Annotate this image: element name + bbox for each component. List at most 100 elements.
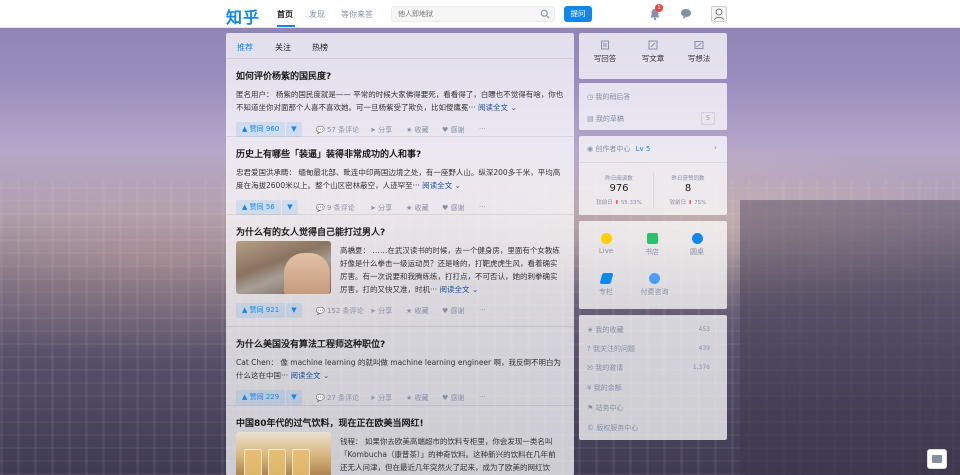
upvote-button[interactable]: ▲ 赞同 56 [236,200,281,215]
nav-explore[interactable]: 发现 [309,9,325,20]
my-invitations-label: 我的邀请 [595,364,624,372]
thanks-button[interactable]: ♥ 感谢 [442,203,465,213]
downvote-button[interactable]: ▼ [286,303,302,318]
message-icon[interactable] [679,7,693,21]
zhihu-logo[interactable]: 知乎 [226,4,260,28]
background-buildings [740,200,960,475]
upvote-button[interactable]: ▲ 赞同 229 [236,390,286,405]
thanks-button[interactable]: ♥ 感谢 [442,393,465,403]
search-input[interactable] [398,8,536,20]
excerpt-line: 还无人问津，但在最近几年突然火了起来，成为了欧美的网红饮 [340,463,550,472]
nav-waiting-answers[interactable]: 等你来答 [341,9,373,20]
feed-card: 历史上有哪些「装逼」装得非常成功的人和事? 忠君爱国洪承畴： 缅甸最北部、毗连中… [226,137,574,215]
column-icon [599,273,613,284]
share-button[interactable]: ➤ 分享 [370,125,392,135]
user-avatar[interactable] [711,6,727,22]
write-article-button[interactable]: 写文章 [633,40,673,64]
more-button[interactable]: ··· [479,393,486,401]
idea-icon [694,41,704,49]
upvote-button[interactable]: ▲ 赞同 921 [236,303,286,318]
upvote-count: 赞同 56 [249,203,275,211]
nav-home[interactable]: 首页 [277,9,293,20]
card-title[interactable]: 如何评价杨紫的国民度? [236,69,564,82]
write-idea-button[interactable]: 写想法 [679,40,719,64]
share-button[interactable]: ➤ 分享 [370,203,392,213]
favorite-label: 收藏 [414,204,429,212]
card-title[interactable]: 历史上有哪些「装逼」装得非常成功的人和事? [236,147,564,160]
card-title[interactable]: 为什么有的女人觉得自己能打过男人? [236,225,564,238]
card-excerpt[interactable]: 高橋夏： ……在武汉读书的时候，去一个健身房，里面有个女教练好像是什么拳击一级运… [340,244,564,296]
answer-later-link[interactable]: ◷ 我的稍后答 [587,92,630,102]
downvote-button[interactable]: ▼ [282,200,298,215]
card-excerpt[interactable]: Cat Chen： 像 machine learning 的就叫做 machin… [236,356,564,382]
more-button[interactable]: ··· [479,125,486,133]
more-button[interactable]: ··· [479,306,486,314]
change-value: 55.33% [620,200,642,206]
upvote-count: 赞同 229 [249,393,280,401]
thanks-button[interactable]: ♥ 感谢 [442,125,465,135]
favorite-button[interactable]: ★ 收藏 [406,203,429,213]
answer-thumbnail[interactable] [236,432,331,475]
thanks-label: 感谢 [450,126,465,134]
copyright-center-link[interactable]: © 版权服务中心 [587,423,638,433]
read-more-link[interactable]: 阅读全文 [440,285,470,294]
card-title[interactable]: 中国80年代的过气饮料，现在正在欧美当网红! [236,416,564,429]
chevron-right-icon[interactable]: › [714,143,717,152]
write-answer-button[interactable]: 写回答 [585,40,625,64]
search-box [391,6,555,22]
tab-recommend[interactable]: 推荐 [237,42,253,53]
drafts-panel: ◷ 我的稍后答 ▤ 我的草稿 5 [579,83,727,130]
followed-questions-link[interactable]: ? 我关注的问题 [587,344,635,354]
tab-hot[interactable]: 热榜 [312,42,328,53]
my-invitations-link[interactable]: ✉ 我的邀请 [587,363,623,373]
followed-questions-count: 439 [693,342,715,355]
tab-following[interactable]: 关注 [275,42,291,53]
comments-button[interactable]: 💬 9 条评论 [316,203,355,213]
comments-button[interactable]: 💬 152 条评论 [316,306,364,316]
read-more-link[interactable]: 阅读全文 [422,181,452,190]
roundtable-label: 圆桌 [690,248,704,256]
feed-card: 中国80年代的过气饮料，现在正在欧美当网红! 钱程： 如果你去欧美高端超市的饮料… [226,406,574,475]
paid-consult-link[interactable]: 付费咨询 [632,273,677,297]
share-button[interactable]: ➤ 分享 [370,393,392,403]
column-link[interactable]: 专栏 [586,273,626,297]
roundtable-link[interactable]: 圆桌 [677,233,717,257]
favorite-label: 收藏 [414,394,429,402]
my-favorites-link[interactable]: ★ 我的收藏 [587,325,624,335]
comments-button[interactable]: 💬 27 条评论 [316,393,359,403]
creator-center-link[interactable]: ◉ 创作者中心 Lv 5 [587,144,650,154]
thumbnail-face [284,253,330,294]
card-excerpt[interactable]: 钱程： 如果你去欧美高端超市的饮料专柜里，你会发现一类名叫 「Kombucha（… [340,435,564,474]
back-to-top-button[interactable] [927,449,947,469]
downvote-button[interactable]: ▼ [286,122,302,137]
my-balance-link[interactable]: ¥ 我的余额 [587,383,622,393]
creator-level: Lv 5 [635,145,651,153]
features-grid-panel: Live 书店 圆桌 专栏 付费咨询 [579,221,727,309]
upvote-button[interactable]: ▲ 赞同 960 [236,122,286,137]
thumbnail-drink [244,449,262,475]
favorite-button[interactable]: ★ 收藏 [406,125,429,135]
thumbnail-drink [268,449,286,475]
card-excerpt[interactable]: 忠君爱国洪承畴： 缅甸最北部、毗连中印两国边境之处，有一座野人山。纵深200多千… [236,166,564,192]
answer-thumbnail[interactable] [236,241,331,294]
share-button[interactable]: ➤ 分享 [370,306,392,316]
comments-label: 9 条评论 [326,204,355,212]
card-excerpt[interactable]: 匿名用户： 杨紫的国民度就是—— 平常的时候大家佛得要死，看看得了，白瞟也不觉得… [236,88,564,114]
site-center-link[interactable]: ⚑ 站务中心 [587,403,624,413]
more-button[interactable]: ··· [479,203,486,211]
card-title[interactable]: 为什么美国没有算法工程师这种职位? [236,337,564,350]
read-more-link[interactable]: 阅读全文 [478,103,508,112]
favorite-button[interactable]: ★ 收藏 [406,306,429,316]
thanks-button[interactable]: ♥ 感谢 [442,306,465,316]
ask-question-button[interactable]: 提问 [564,6,592,22]
comments-label: 152 条评论 [326,307,364,315]
bookstore-link[interactable]: 书店 [632,233,672,257]
live-link[interactable]: Live [586,233,626,255]
search-icon[interactable] [540,9,550,19]
comments-button[interactable]: 💬 57 条评论 [316,125,359,135]
downvote-button[interactable]: ▼ [286,390,302,405]
favorite-button[interactable]: ★ 收藏 [406,393,429,403]
read-more-link[interactable]: 阅读全文 [291,371,321,380]
divider [579,162,727,163]
drafts-link[interactable]: ▤ 我的草稿 [587,114,624,124]
